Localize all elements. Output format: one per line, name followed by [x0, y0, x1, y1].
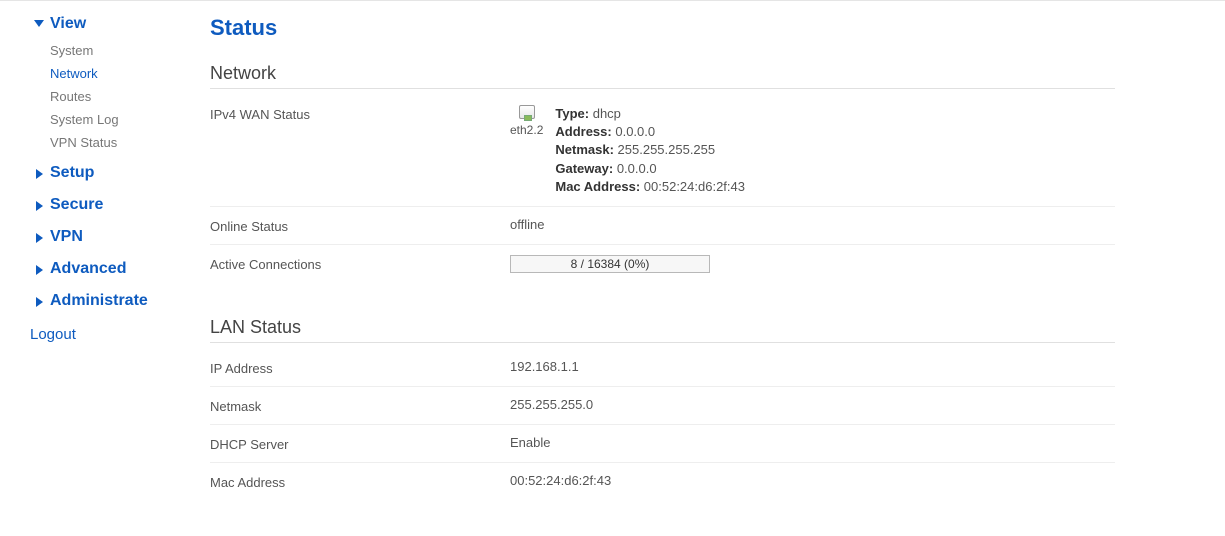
- nav-label-vpn: VPN: [50, 228, 83, 246]
- value-lan-dhcp: Enable: [510, 435, 1115, 452]
- value-active-connections: 8 / 16384 (0%): [510, 255, 1115, 273]
- row-lan-ip: IP Address 192.168.1.1: [210, 349, 1115, 387]
- nav-header-vpn[interactable]: VPN: [28, 224, 190, 250]
- nav-label-view: View: [50, 15, 86, 33]
- row-online-status: Online Status offline: [210, 207, 1115, 245]
- chevron-right-icon: [28, 297, 50, 307]
- wan-type: dhcp: [593, 106, 621, 121]
- nav-section-view: View System Network Routes System Log VP…: [28, 11, 190, 154]
- label-lan-dhcp: DHCP Server: [210, 435, 510, 452]
- sidebar-item-routes[interactable]: Routes: [50, 85, 190, 108]
- row-lan-netmask: Netmask 255.255.255.0: [210, 387, 1115, 425]
- nav-header-advanced[interactable]: Advanced: [28, 256, 190, 282]
- content: Status Network IPv4 WAN Status eth2.2 Ty…: [190, 1, 1225, 530]
- nav-label-secure: Secure: [50, 196, 103, 214]
- connections-progress: 8 / 16384 (0%): [510, 255, 710, 273]
- row-lan-mac: Mac Address 00:52:24:d6:2f:43: [210, 463, 1115, 500]
- wan-gateway: 0.0.0.0: [617, 161, 657, 176]
- nav-label-administrate: Administrate: [50, 292, 148, 310]
- sidebar-item-system-log[interactable]: System Log: [50, 108, 190, 131]
- label-lan-ip: IP Address: [210, 359, 510, 376]
- wan-box: eth2.2 Type: dhcp Address: 0.0.0.0 Netma…: [510, 105, 1115, 196]
- label-lan-mac: Mac Address: [210, 473, 510, 490]
- nav-header-secure[interactable]: Secure: [28, 192, 190, 218]
- sidebar-item-network[interactable]: Network: [50, 62, 190, 85]
- nav-label-advanced: Advanced: [50, 260, 126, 278]
- value-lan-netmask: 255.255.255.0: [510, 397, 1115, 414]
- value-online-status: offline: [510, 217, 1115, 234]
- wan-mac-label: Mac Address:: [555, 179, 640, 194]
- wan-details: Type: dhcp Address: 0.0.0.0 Netmask: 255…: [555, 105, 745, 196]
- chevron-right-icon: [28, 233, 50, 243]
- network-interface-icon: [519, 105, 535, 119]
- wan-type-label: Type:: [555, 106, 589, 121]
- sidebar-item-system[interactable]: System: [50, 39, 190, 62]
- section-network-heading: Network: [210, 63, 1115, 89]
- nav-section-administrate: Administrate: [28, 288, 190, 314]
- wan-address-label: Address:: [555, 124, 611, 139]
- wan-mac: 00:52:24:d6:2f:43: [644, 179, 745, 194]
- chevron-right-icon: [28, 169, 50, 179]
- wan-interface: eth2.2: [510, 105, 543, 137]
- value-lan-mac: 00:52:24:d6:2f:43: [510, 473, 1115, 490]
- nav-section-setup: Setup: [28, 160, 190, 186]
- connections-progress-text: 8 / 16384 (0%): [511, 256, 709, 272]
- label-active-connections: Active Connections: [210, 255, 510, 273]
- value-ipv4-wan: eth2.2 Type: dhcp Address: 0.0.0.0 Netma…: [510, 105, 1115, 196]
- chevron-right-icon: [28, 265, 50, 275]
- chevron-down-icon: [28, 21, 50, 28]
- nav-sub-view: System Network Routes System Log VPN Sta…: [28, 39, 190, 154]
- section-lan-heading: LAN Status: [210, 317, 1115, 343]
- label-lan-netmask: Netmask: [210, 397, 510, 414]
- wan-netmask-label: Netmask:: [555, 142, 614, 157]
- nav-header-administrate[interactable]: Administrate: [28, 288, 190, 314]
- nav-section-vpn: VPN: [28, 224, 190, 250]
- sidebar: View System Network Routes System Log VP…: [0, 1, 190, 530]
- nav-header-view[interactable]: View: [28, 11, 190, 37]
- label-ipv4-wan: IPv4 WAN Status: [210, 105, 510, 122]
- nav-header-setup[interactable]: Setup: [28, 160, 190, 186]
- wan-interface-name: eth2.2: [510, 123, 543, 137]
- wan-address: 0.0.0.0: [615, 124, 655, 139]
- nav-section-advanced: Advanced: [28, 256, 190, 282]
- row-ipv4-wan: IPv4 WAN Status eth2.2 Type: dhcp Addres…: [210, 95, 1115, 207]
- logout-link[interactable]: Logout: [28, 320, 190, 343]
- row-active-connections: Active Connections 8 / 16384 (0%): [210, 245, 1115, 283]
- value-lan-ip: 192.168.1.1: [510, 359, 1115, 376]
- row-lan-dhcp: DHCP Server Enable: [210, 425, 1115, 463]
- nav-label-setup: Setup: [50, 164, 94, 182]
- nav-section-secure: Secure: [28, 192, 190, 218]
- label-online-status: Online Status: [210, 217, 510, 234]
- chevron-right-icon: [28, 201, 50, 211]
- wan-gateway-label: Gateway:: [555, 161, 613, 176]
- sidebar-item-vpn-status[interactable]: VPN Status: [50, 131, 190, 154]
- wan-netmask: 255.255.255.255: [618, 142, 716, 157]
- page-title: Status: [210, 15, 1115, 41]
